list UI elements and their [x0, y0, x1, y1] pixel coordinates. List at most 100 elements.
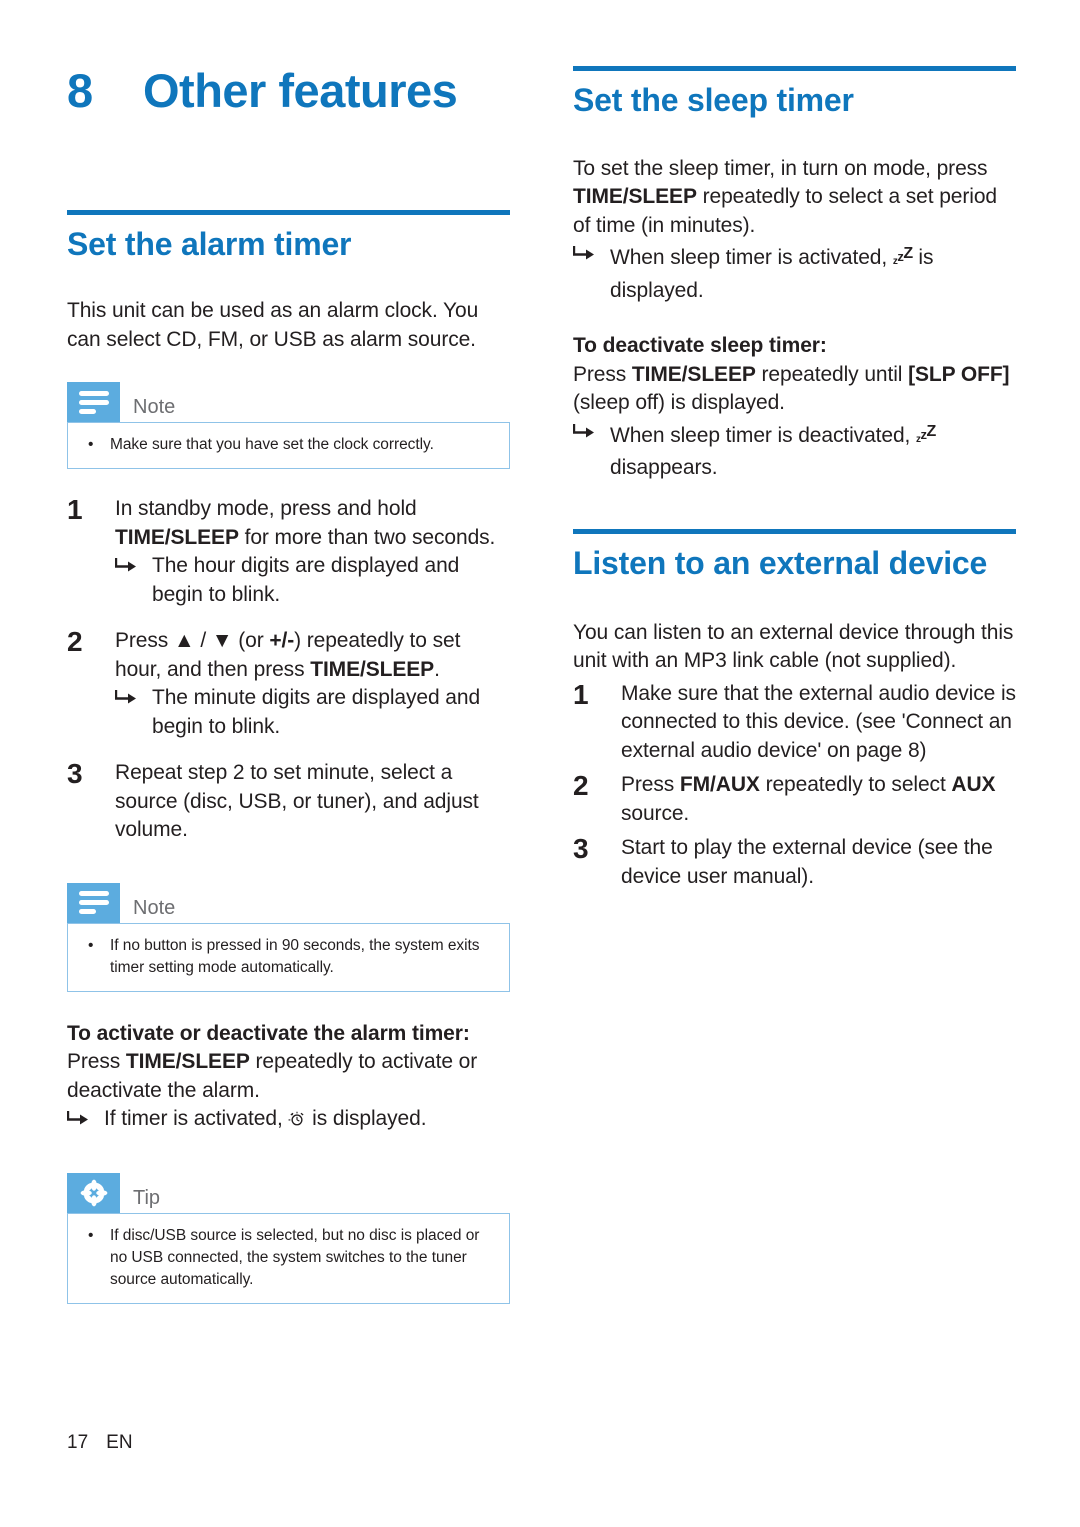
arrow-down-right-icon — [573, 423, 594, 438]
section-rule — [67, 210, 510, 216]
note-box-1-header: Note — [67, 382, 510, 423]
plain-text: repeatedly until — [755, 362, 909, 386]
plain-text: source. — [621, 801, 690, 825]
note-item-text: Make sure that you have set the clock co… — [110, 436, 434, 454]
result-arrow-icon — [67, 1105, 104, 1137]
step-text: In standby mode, press and hold TIME/SLE… — [115, 495, 510, 552]
plain-text: Make sure that the external audio device… — [621, 681, 1016, 762]
plain-text: (sleep off) is displayed. — [573, 391, 785, 415]
deactivate-sleep-result: When sleep timer is deactivated, zzZ dis… — [573, 418, 1016, 483]
plain-text: . — [434, 657, 440, 681]
note-box-2: Note • If no button is pressed in 90 sec… — [67, 882, 510, 992]
page-language: EN — [106, 1432, 133, 1453]
step-body: Repeat step 2 to set minute, select a so… — [115, 759, 510, 845]
step-body: Start to play the external device (see t… — [621, 834, 1016, 891]
step-number: 3 — [573, 833, 589, 865]
sleep-intro-result: When sleep timer is activated, zzZ is di… — [573, 240, 1016, 305]
tip-box-body: • If disc/USB source is selected, but no… — [67, 1212, 510, 1304]
external-intro-paragraph: You can listen to an external device thr… — [573, 620, 1014, 673]
note-box-2-label: Note — [133, 896, 176, 919]
plain-text: repeatedly to select — [759, 773, 952, 797]
step-number: 1 — [573, 678, 589, 710]
section-rule — [573, 66, 1016, 71]
step-text: Make sure that the external audio device… — [621, 680, 1016, 766]
plain-text: In standby mode, press and hold — [115, 497, 417, 521]
asterisk-icon — [80, 1179, 107, 1207]
chapter-title-text: Other features — [143, 64, 458, 117]
alarm-clock-glyph — [288, 1108, 306, 1137]
tip-box-header: Tip — [67, 1172, 510, 1213]
emphasis-text: TIME/SLEEP — [573, 185, 697, 209]
section-set-sleep-timer: Set the sleep timer — [573, 66, 1016, 119]
note-list-item: • Make sure that you have set the clock … — [82, 434, 495, 456]
external-step-1: 1 Make sure that the external audio devi… — [573, 678, 1016, 766]
emphasis-text: FM/AUX — [679, 773, 760, 797]
tip-box-label: Tip — [133, 1186, 161, 1209]
note-box-2-body: • If no button is pressed in 90 seconds,… — [67, 922, 510, 992]
note-list-item: • If no button is pressed in 90 seconds,… — [82, 935, 495, 979]
plain-text: Press — [621, 773, 680, 797]
emphasis-text: +/- — [269, 629, 295, 653]
result-prefix: When sleep timer is activated, — [610, 246, 893, 270]
note-lines-icon — [67, 882, 120, 923]
tip-item-text: If disc/USB source is selected, but no d… — [110, 1226, 480, 1288]
result-text: The minute digits are displayed and begi… — [152, 686, 481, 738]
deactivate-sleep-heading: To deactivate sleep timer: — [573, 334, 827, 358]
plain-text: for more than two seconds. — [238, 525, 496, 549]
emphasis-text: TIME/SLEEP — [631, 362, 756, 386]
plain-text: To set the sleep timer, in turn on mode,… — [573, 156, 988, 180]
activate-alarm-result: If timer is activated, is displayed. — [67, 1105, 510, 1137]
result-suffix: disappears. — [610, 456, 718, 480]
emphasis-text: [SLP OFF] — [908, 362, 1010, 386]
plain-text: Press — [573, 362, 632, 386]
page-footer: 17 EN — [67, 1432, 133, 1454]
arrow-down-right-icon — [115, 690, 136, 704]
alarm-step-1: 1 In standby mode, press and hold TIME/S… — [67, 495, 510, 609]
step-text: Press ▲ / ▼ (or +/-) repeatedly to set h… — [115, 627, 510, 684]
step-number: 1 — [67, 494, 83, 526]
sleep-zzz-glyph: zzZ — [916, 418, 936, 455]
step-number: 2 — [67, 626, 83, 658]
note-lines-icon — [67, 382, 120, 423]
right-column: Set the sleep timer To set the sleep tim… — [573, 66, 1016, 891]
result-arrow-icon — [115, 552, 152, 609]
section-listen-external-device: Listen to an external device — [573, 528, 1016, 582]
emphasis-text: AUX — [951, 773, 996, 797]
plain-text: Press ▲ / ▼ (or — [115, 629, 270, 653]
result-arrow-icon — [573, 418, 610, 483]
sleep-zzz-glyph: zzZ — [893, 240, 913, 277]
bullet-icon: • — [88, 936, 94, 954]
tip-asterisk-icon — [67, 1172, 120, 1213]
deactivate-sleep-text: Press TIME/SLEEP repeatedly until [SLP O… — [573, 361, 1016, 418]
section-title-sleep: Set the sleep timer — [573, 82, 854, 118]
arrow-down-right-icon — [115, 558, 136, 572]
bullet-icon: • — [88, 436, 94, 454]
sleep-intro-result-text: When sleep timer is activated, zzZ is di… — [610, 240, 1016, 305]
arrow-down-right-icon — [573, 246, 594, 260]
note-box-1-body: • Make sure that you have set the clock … — [67, 422, 510, 470]
result-prefix: When sleep timer is deactivated, — [610, 423, 917, 447]
step-body: Make sure that the external audio device… — [621, 680, 1016, 766]
activate-alarm-heading: To activate or deactivate the alarm time… — [67, 1021, 470, 1045]
external-step-2: 2 Press FM/AUX repeatedly to select AUX … — [573, 771, 1016, 828]
section-title-alarm: Set the alarm timer — [67, 226, 352, 263]
alarm-step-3: 3 Repeat step 2 to set minute, select a … — [67, 759, 510, 845]
sleep-intro-paragraph: To set the sleep timer, in turn on mode,… — [573, 155, 1016, 241]
step-number: 3 — [67, 758, 83, 790]
activate-alarm-result-text: If timer is activated, is displayed. — [104, 1105, 510, 1137]
chapter-title: 8 Other features — [67, 64, 510, 117]
zzz-z3: Z — [926, 422, 937, 440]
section-title-external: Listen to an external device — [573, 544, 988, 581]
result-text: The hour digits are displayed and begin … — [152, 554, 460, 606]
chapter-number: 8 — [67, 64, 93, 117]
